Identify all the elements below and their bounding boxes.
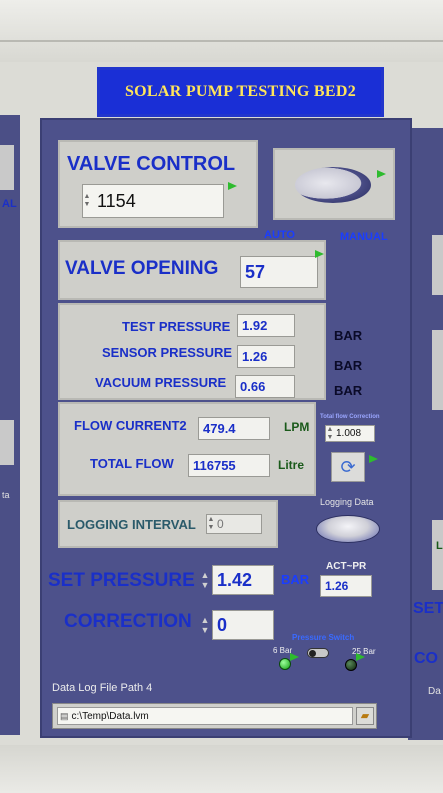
set-pressure-label: SET PRESSURE — [48, 570, 195, 591]
logging-data-toggle[interactable] — [316, 515, 380, 543]
right-neighbor-box — [432, 330, 443, 410]
status-flag-icon — [356, 653, 365, 661]
right-fragment-label: Da — [428, 686, 441, 697]
divider — [0, 40, 443, 42]
right-neighbor-box — [432, 520, 443, 590]
right-fragment-label: SET — [413, 600, 443, 617]
valve-control-box: VALVE CONTROL ▲ ▼ 1154 — [58, 140, 258, 228]
file-path-label: Data Log File Path 4 — [52, 682, 153, 694]
pressure-box: TEST PRESSURE 1.92 SENSOR PRESSURE 1.26 … — [58, 303, 326, 400]
auto-manual-toggle[interactable] — [295, 167, 371, 203]
logging-interval-box: LOGGING INTERVAL ▲ ▼ 0 — [58, 500, 278, 548]
correction-label: CORRECTION — [64, 611, 192, 632]
correction-stepper[interactable]: ▲ ▼ — [201, 605, 210, 645]
status-flag-icon — [315, 250, 324, 258]
file-path-input[interactable]: ▤ c:\Temp\Data.lvm — [57, 707, 353, 725]
left-fragment-label: AL — [2, 198, 17, 210]
toggle-knob-icon — [309, 650, 316, 657]
status-flag-icon — [290, 653, 299, 661]
set-pressure-unit: BAR — [281, 572, 310, 587]
vacuum-pressure-value: 0.66 — [235, 375, 295, 398]
valve-control-value: 1154 — [97, 190, 136, 211]
file-path-value: c:\Temp\Data.lvm — [71, 710, 149, 722]
folder-icon: ▰ — [360, 709, 370, 722]
app-title: SOLAR PUMP TESTING BED2 — [97, 67, 384, 117]
test-pressure-unit: BAR — [334, 328, 363, 343]
valve-opening-label: VALVE OPENING — [65, 258, 219, 279]
right-fragment-label: L — [436, 540, 443, 552]
sensor-pressure-value: 1.26 — [237, 345, 295, 368]
manual-label: MANUAL — [340, 231, 388, 243]
flow-current-unit: LPM — [284, 420, 310, 434]
valve-control-input[interactable]: ▲ ▼ 1154 — [82, 184, 224, 218]
logging-interval-label: LOGGING INTERVAL — [67, 517, 196, 532]
screen-bottom-bezel — [0, 745, 443, 793]
set-pressure-input[interactable]: 1.42 — [212, 565, 274, 595]
mode-switch-box — [273, 148, 395, 220]
logging-interval-value: 0 — [217, 517, 224, 531]
file-path-control: ▤ c:\Temp\Data.lvm ▰ — [52, 703, 377, 729]
sensor-pressure-label: SENSOR PRESSURE — [102, 345, 233, 360]
total-flow-label: TOTAL FLOW — [90, 456, 174, 471]
act-pressure-label: ACT~PR — [326, 561, 367, 572]
pressure-switch-toggle[interactable] — [307, 648, 329, 658]
file-path-icon: ▤ — [60, 710, 69, 721]
left-neighbor-box — [0, 145, 14, 190]
flow-correction-label: Total flow Correction — [320, 414, 380, 420]
left-fragment-label: ta — [2, 490, 10, 500]
left-neighbor-box — [0, 420, 14, 465]
valve-control-stepper[interactable]: ▲ ▼ — [83, 193, 91, 209]
browse-button[interactable]: ▰ — [356, 707, 374, 725]
sensor-pressure-unit: BAR — [334, 358, 363, 373]
total-flow-unit: Litre — [278, 458, 305, 472]
flow-correction-value: 1.008 — [336, 428, 362, 439]
right-fragment-label: CO — [414, 650, 438, 667]
pressure-switch-label: Pressure Switch — [292, 633, 355, 642]
flow-current-value: 479.4 — [198, 417, 270, 440]
valve-control-label: VALVE CONTROL — [67, 153, 236, 175]
logging-interval-input[interactable]: ▲ ▼ 0 — [206, 514, 262, 534]
flow-box: FLOW CURRENT2 479.4 LPM TOTAL FLOW 11675… — [58, 402, 316, 496]
vacuum-pressure-unit: BAR — [334, 383, 363, 398]
logging-data-label: Logging Data — [320, 497, 374, 507]
flow-current-label: FLOW CURRENT2 — [74, 418, 187, 433]
valve-opening-value: 57 — [240, 256, 318, 288]
refresh-icon: ⟳ — [340, 457, 356, 477]
correction-input[interactable]: 0 — [212, 610, 274, 640]
right-neighbor-box — [432, 235, 443, 295]
test-pressure-label: TEST PRESSURE — [122, 319, 231, 334]
logging-interval-stepper[interactable]: ▲ ▼ — [207, 516, 215, 532]
flow-correction-stepper[interactable]: ▲ ▼ — [326, 426, 334, 442]
total-flow-value: 116755 — [188, 454, 270, 477]
flow-correction-input[interactable]: ▲ ▼ 1.008 — [325, 425, 375, 442]
valve-opening-box: VALVE OPENING 57 — [58, 240, 326, 300]
set-pressure-stepper[interactable]: ▲ ▼ — [201, 560, 210, 600]
test-pressure-value: 1.92 — [237, 314, 295, 337]
status-flag-icon — [369, 455, 378, 463]
status-flag-icon — [228, 182, 237, 190]
screen-top-bezel — [0, 0, 443, 62]
status-flag-icon — [377, 170, 386, 178]
right-neighbor-panel — [408, 128, 443, 740]
refresh-button[interactable]: ⟳ — [331, 452, 365, 482]
act-pressure-value: 1.26 — [320, 575, 372, 597]
vacuum-pressure-label: VACUUM PRESSURE — [95, 375, 227, 390]
